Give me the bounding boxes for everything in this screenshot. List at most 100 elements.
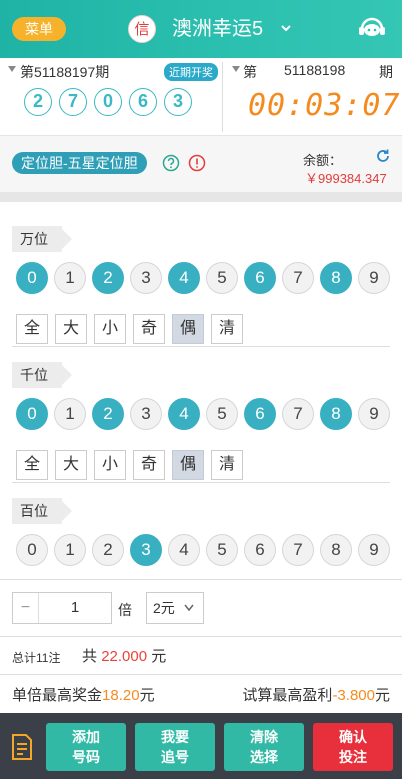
quick-select-button[interactable]: 奇 [133, 450, 165, 480]
confirm-bet-button[interactable]: 确认 投注 [313, 723, 393, 771]
total-unit: 元 [151, 648, 167, 665]
quick-select-buttons: 全大小奇偶清 [16, 450, 243, 480]
number-ball-3[interactable]: 3 [130, 262, 162, 294]
result-ball: 6 [129, 88, 157, 116]
number-balls: 0123456789 [16, 534, 390, 566]
number-ball-9[interactable]: 9 [358, 262, 390, 294]
number-ball-1[interactable]: 1 [54, 534, 86, 566]
money-unit-select[interactable]: 2元 [146, 592, 204, 624]
number-ball-5[interactable]: 5 [206, 262, 238, 294]
number-ball-5[interactable]: 5 [206, 398, 238, 430]
lottery-title[interactable]: 澳洲幸运5 [172, 15, 263, 43]
alert-icon[interactable] [188, 154, 206, 172]
profit-value: -3.800 [332, 687, 375, 704]
number-ball-7[interactable]: 7 [282, 398, 314, 430]
number-ball-2[interactable]: 2 [92, 398, 124, 430]
profit-label: 试算最高盈利 [242, 687, 333, 704]
countdown-timer: 00:03:07 [248, 88, 401, 123]
position-label: 百位 [12, 498, 72, 524]
quick-select-button[interactable]: 奇 [133, 314, 165, 344]
number-ball-2[interactable]: 2 [92, 534, 124, 566]
number-ball-1[interactable]: 1 [54, 262, 86, 294]
result-ball: 7 [59, 88, 87, 116]
number-ball-8[interactable]: 8 [320, 398, 352, 430]
total-amount-value: 22.000 [101, 648, 148, 665]
number-ball-7[interactable]: 7 [282, 262, 314, 294]
action-bar: 添加 号码 我要 追号 清除 选择 确认 投注 [0, 713, 402, 779]
current-issue-number: 51188198 [284, 62, 346, 78]
number-ball-9[interactable]: 9 [358, 398, 390, 430]
decrease-button[interactable]: − [13, 593, 39, 623]
number-balls: 0123456789 [16, 398, 390, 430]
customer-service-icon[interactable] [355, 12, 389, 46]
refresh-icon[interactable] [375, 148, 391, 164]
quick-select-button[interactable]: 全 [16, 450, 48, 480]
previous-result-balls: 2 7 0 6 3 [24, 88, 192, 116]
button-label: 追号 [161, 749, 189, 765]
number-ball-8[interactable]: 8 [320, 262, 352, 294]
caret-down-icon[interactable] [232, 66, 240, 72]
position-label: 万位 [12, 226, 72, 252]
play-type-selector[interactable]: 定位胆-五星定位胆 [12, 152, 147, 174]
quick-select-button[interactable]: 小 [94, 314, 126, 344]
max-prize-label: 单倍最高奖金 [12, 687, 103, 704]
number-ball-8[interactable]: 8 [320, 534, 352, 566]
header-bar: 菜单 信 澳洲幸运5 [0, 0, 402, 58]
quick-select-button[interactable]: 大 [55, 314, 87, 344]
max-prize-value: 18.20 [102, 687, 140, 704]
quick-select-button[interactable]: 偶 [172, 314, 204, 344]
balance-label: 余额： [303, 153, 343, 168]
current-issue-suffix: 期 [379, 64, 393, 80]
bet-list-icon[interactable] [10, 733, 34, 761]
xin-icon[interactable]: 信 [128, 15, 156, 43]
max-prize-unit: 元 [139, 687, 155, 704]
number-ball-4[interactable]: 4 [168, 262, 200, 294]
clear-selection-button[interactable]: 清除 选择 [224, 723, 304, 771]
add-number-button[interactable]: 添加 号码 [46, 723, 126, 771]
multiplier-unit-label: 倍 [118, 602, 132, 618]
profit-unit: 元 [374, 687, 390, 704]
quick-select-button[interactable]: 小 [94, 450, 126, 480]
button-label: 添加 [72, 729, 100, 745]
button-label: 投注 [339, 749, 367, 765]
chevron-down-icon[interactable] [184, 604, 194, 612]
number-ball-9[interactable]: 9 [358, 534, 390, 566]
number-ball-6[interactable]: 6 [244, 262, 276, 294]
number-ball-4[interactable]: 4 [168, 534, 200, 566]
multiplier-input[interactable]: 1 [39, 593, 111, 623]
number-ball-6[interactable]: 6 [244, 534, 276, 566]
quick-select-button[interactable]: 偶 [172, 450, 204, 480]
menu-button[interactable]: 菜单 [12, 17, 66, 41]
multiplier-stepper: − 1 [12, 592, 112, 624]
help-icon[interactable] [162, 154, 180, 172]
total-prefix: 共 [82, 648, 98, 665]
number-ball-0[interactable]: 0 [16, 534, 48, 566]
number-ball-7[interactable]: 7 [282, 534, 314, 566]
chase-number-button[interactable]: 我要 追号 [135, 723, 215, 771]
quick-select-button[interactable]: 清 [211, 314, 243, 344]
chevron-down-icon[interactable] [280, 22, 292, 34]
quick-select-button[interactable]: 大 [55, 450, 87, 480]
number-balls: 0123456789 [16, 262, 390, 294]
quick-select-button[interactable]: 清 [211, 450, 243, 480]
number-ball-5[interactable]: 5 [206, 534, 238, 566]
number-ball-4[interactable]: 4 [168, 398, 200, 430]
number-ball-3[interactable]: 3 [130, 534, 162, 566]
play-type-bar: 定位胆-五星定位胆 余额： ￥999384.347 [0, 136, 402, 192]
position-label: 千位 [12, 362, 72, 388]
prize-info: 单倍最高奖金18.20元 试算最高盈利-3.800元 [0, 674, 402, 712]
number-ball-1[interactable]: 1 [54, 398, 86, 430]
bet-summary: 总计11注 共 22.000 元 [0, 636, 402, 674]
button-label: 选择 [250, 749, 278, 765]
divider [222, 62, 223, 132]
number-ball-2[interactable]: 2 [92, 262, 124, 294]
recent-draws-button[interactable]: 近期开奖 [164, 63, 218, 81]
number-ball-6[interactable]: 6 [244, 398, 276, 430]
number-ball-0[interactable]: 0 [16, 262, 48, 294]
max-prize: 单倍最高奖金18.20元 [12, 684, 155, 705]
number-ball-3[interactable]: 3 [130, 398, 162, 430]
caret-down-icon[interactable] [8, 66, 16, 72]
number-ball-0[interactable]: 0 [16, 398, 48, 430]
quick-select-button[interactable]: 全 [16, 314, 48, 344]
divider [0, 192, 402, 202]
